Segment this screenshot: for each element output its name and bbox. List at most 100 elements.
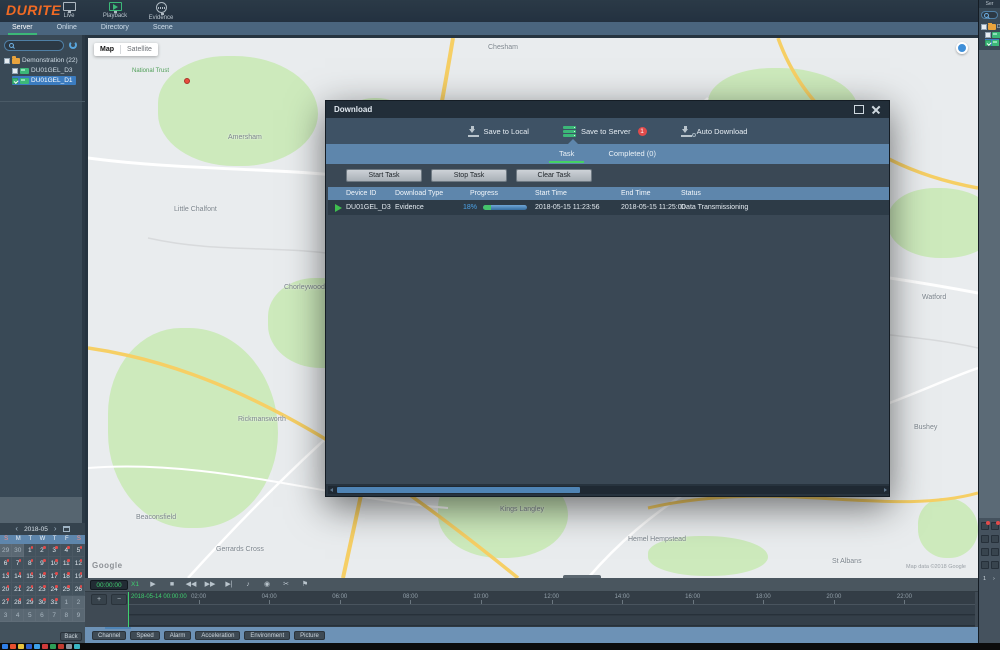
list-tab-task[interactable]: Task bbox=[555, 146, 578, 163]
control-button[interactable] bbox=[991, 535, 999, 543]
filter-channel-button[interactable]: Channel bbox=[92, 631, 126, 640]
calendar-date[interactable]: 21 bbox=[12, 583, 24, 596]
filter-picture-button[interactable]: Picture bbox=[294, 631, 325, 640]
filter-speed-button[interactable]: Speed bbox=[130, 631, 159, 640]
device-search[interactable] bbox=[4, 40, 64, 51]
locate-icon[interactable] bbox=[956, 42, 968, 54]
scrollbar-thumb[interactable] bbox=[337, 487, 580, 493]
calendar-date[interactable]: 8 bbox=[61, 609, 73, 622]
checkbox[interactable] bbox=[4, 58, 10, 64]
tree-device[interactable] bbox=[985, 31, 1000, 38]
taskbar-app-icon[interactable] bbox=[66, 644, 72, 649]
calendar-date[interactable]: 13 bbox=[0, 570, 12, 583]
fast-forward-icon[interactable]: ▶▶ bbox=[202, 579, 218, 591]
filter-scrollbar[interactable] bbox=[105, 627, 131, 629]
vehicle-marker[interactable] bbox=[184, 78, 190, 84]
calendar-date[interactable]: 25 bbox=[61, 583, 73, 596]
maximize-icon[interactable] bbox=[854, 105, 864, 114]
close-icon[interactable] bbox=[871, 105, 881, 114]
calendar-date[interactable]: 30 bbox=[36, 596, 48, 609]
control-button[interactable] bbox=[991, 522, 999, 530]
dialog-titlebar[interactable]: Download bbox=[326, 101, 889, 118]
calendar-date[interactable]: 12 bbox=[73, 557, 85, 570]
calendar-date[interactable]: 6 bbox=[0, 557, 12, 570]
page-next-icon[interactable]: › bbox=[993, 576, 995, 582]
tree-device[interactable]: DU01GEL_D3 bbox=[12, 66, 85, 75]
tree-device[interactable]: DU01GEL_D1 bbox=[12, 76, 76, 85]
taskbar-browser-icon[interactable] bbox=[10, 644, 16, 649]
calendar-date[interactable]: 3 bbox=[0, 609, 12, 622]
calendar-date[interactable]: 24 bbox=[49, 583, 61, 596]
control-button[interactable] bbox=[991, 561, 999, 569]
calendar-prev-icon[interactable]: ‹ bbox=[15, 524, 18, 534]
map-type-satellite[interactable]: Satellite bbox=[121, 46, 158, 53]
snapshot-icon[interactable]: ◉ bbox=[259, 579, 275, 591]
secondary-search[interactable] bbox=[981, 11, 998, 19]
scroll-left-icon[interactable] bbox=[328, 486, 336, 494]
taskbar-pdf-icon[interactable] bbox=[58, 644, 64, 649]
next-frame-icon[interactable]: ▶| bbox=[221, 579, 237, 591]
taskbar-mail-icon[interactable] bbox=[34, 644, 40, 649]
mode-tab-auto-download[interactable]: Auto Download bbox=[681, 126, 748, 137]
stop-icon[interactable]: ■ bbox=[164, 579, 180, 591]
calendar-date[interactable]: 4 bbox=[61, 544, 73, 557]
checkbox[interactable] bbox=[12, 78, 18, 84]
control-button[interactable] bbox=[981, 548, 989, 556]
mode-tab-save-to-server[interactable]: Save to Server1 bbox=[563, 126, 647, 137]
timeline-track[interactable] bbox=[128, 605, 975, 627]
play-icon[interactable] bbox=[335, 204, 342, 212]
calendar-date[interactable]: 23 bbox=[36, 583, 48, 596]
filter-acceleration-button[interactable]: Acceleration bbox=[195, 631, 240, 640]
calendar-date[interactable]: 18 bbox=[61, 570, 73, 583]
calendar-date[interactable]: 30 bbox=[12, 544, 24, 557]
calendar-date[interactable]: 17 bbox=[49, 570, 61, 583]
filter-environment-button[interactable]: Environment bbox=[244, 631, 290, 640]
horizontal-scrollbar[interactable] bbox=[328, 486, 889, 494]
start-task-button[interactable]: Start Task bbox=[346, 169, 422, 182]
calendar-date[interactable]: 8 bbox=[24, 557, 36, 570]
tree-root[interactable]: Demonstration (22) bbox=[4, 56, 85, 65]
nav-playback[interactable]: Playback bbox=[92, 1, 138, 22]
calendar-date[interactable]: 5 bbox=[73, 544, 85, 557]
calendar-date[interactable]: 29 bbox=[24, 596, 36, 609]
filter-alarm-button[interactable]: Alarm bbox=[164, 631, 192, 640]
rewind-icon[interactable]: ◀◀ bbox=[183, 579, 199, 591]
calendar-date[interactable]: 26 bbox=[73, 583, 85, 596]
taskbar-settings-icon[interactable] bbox=[74, 644, 80, 649]
tree-root[interactable]: De bbox=[981, 23, 1000, 30]
checkbox[interactable] bbox=[12, 68, 18, 74]
nav-live[interactable]: Live bbox=[46, 1, 92, 22]
taskbar-start-icon[interactable] bbox=[2, 644, 8, 649]
clear-task-button[interactable]: Clear Task bbox=[516, 169, 592, 182]
calendar-date[interactable]: 1 bbox=[61, 596, 73, 609]
checkbox[interactable] bbox=[985, 40, 991, 46]
stop-task-button[interactable]: Stop Task bbox=[431, 169, 507, 182]
calendar-date[interactable]: 7 bbox=[49, 609, 61, 622]
control-button[interactable] bbox=[981, 522, 989, 530]
calendar-date[interactable]: 22 bbox=[24, 583, 36, 596]
calendar-date[interactable]: 3 bbox=[49, 544, 61, 557]
calendar-date[interactable]: 15 bbox=[24, 570, 36, 583]
calendar-date[interactable]: 10 bbox=[49, 557, 61, 570]
timeline-ruler[interactable]: 2018-05-14 00:00:00 02:0004:0006:0008:00… bbox=[128, 592, 975, 605]
calendar-date[interactable]: 11 bbox=[61, 557, 73, 570]
calendar-date[interactable]: 9 bbox=[73, 609, 85, 622]
calendar-date[interactable]: 7 bbox=[12, 557, 24, 570]
calendar-date[interactable]: 28 bbox=[12, 596, 24, 609]
taskbar-word-icon[interactable] bbox=[26, 644, 32, 649]
calendar-date[interactable]: 9 bbox=[36, 557, 48, 570]
tab-directory[interactable]: Directory bbox=[89, 22, 141, 35]
tree-device[interactable] bbox=[985, 39, 999, 46]
calendar-date[interactable]: 14 bbox=[12, 570, 24, 583]
mode-tab-save-to-local[interactable]: Save to Local bbox=[468, 126, 529, 137]
zoom-in-icon[interactable]: + bbox=[91, 594, 107, 605]
calendar-date[interactable]: 19 bbox=[73, 570, 85, 583]
control-button[interactable] bbox=[981, 561, 989, 569]
taskbar-folder-icon[interactable] bbox=[18, 644, 24, 649]
list-tab-completed[interactable]: Completed (0) bbox=[604, 146, 660, 163]
timeline-playhead[interactable] bbox=[128, 592, 129, 627]
control-button[interactable] bbox=[981, 535, 989, 543]
calendar-icon[interactable] bbox=[63, 526, 70, 532]
calendar-date[interactable]: 31 bbox=[49, 596, 61, 609]
calendar-date[interactable]: 6 bbox=[36, 609, 48, 622]
